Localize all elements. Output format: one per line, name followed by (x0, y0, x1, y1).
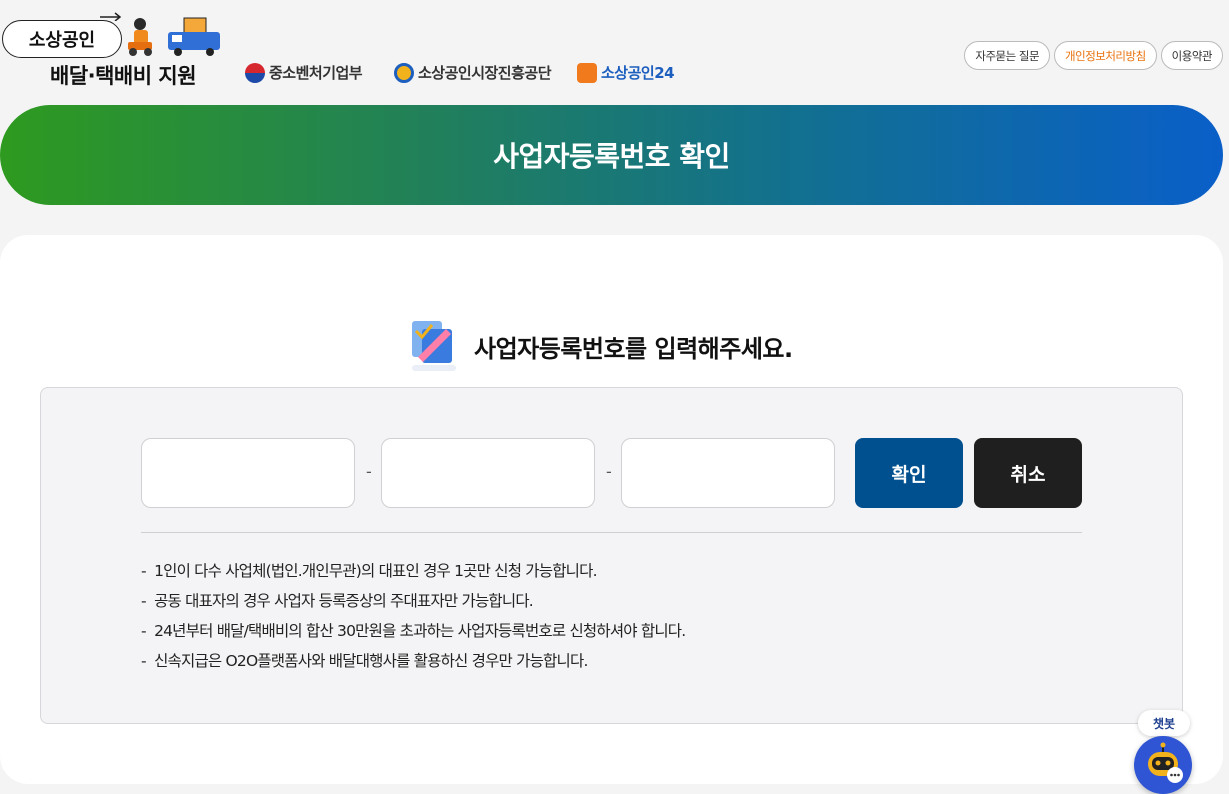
document-pen-icon (412, 321, 456, 371)
logo-arrow-icon (100, 12, 122, 21)
separator-2: - (606, 462, 612, 481)
card-heading: 사업자등록번호를 입력해주세요. (474, 334, 793, 363)
page-title: 사업자등록번호 확인 (493, 140, 730, 173)
chatbot-button[interactable] (1134, 736, 1192, 794)
org-semas[interactable]: 소상공인시장진흥공단 (394, 62, 552, 83)
terms-link[interactable]: 이용약관 (1160, 41, 1223, 70)
notice-list: 1인이 다수 사업체(법인.개인무관)의 대표인 경우 1곳만 신청 가능합니다… (141, 556, 686, 676)
business-number-part1-input[interactable] (141, 438, 355, 508)
logo-title[interactable]: 소상공인 (2, 20, 122, 58)
form-divider (141, 532, 1082, 533)
org-sbiz24[interactable]: 소상공인24 (577, 62, 675, 83)
business-number-part3-input[interactable] (621, 438, 835, 508)
top-links: 자주묻는 질문 개인정보처리방침 이용약관 (964, 41, 1223, 70)
main-card: 사업자등록번호를 입력해주세요. - - 확인 취소 1인이 다수 사업체(법인… (0, 235, 1223, 784)
notice-item: 1인이 다수 사업체(법인.개인무관)의 대표인 경우 1곳만 신청 가능합니다… (141, 556, 685, 586)
business-number-part2-input[interactable] (381, 438, 595, 508)
logo-subtitle: 배달·택배비 지원 (50, 64, 197, 88)
business-number-form: - - 확인 취소 1인이 다수 사업체(법인.개인무관)의 대표인 경우 1곳… (40, 387, 1183, 724)
chatbot-widget[interactable]: 챗봇 (1134, 708, 1194, 794)
faq-link[interactable]: 자주묻는 질문 (964, 41, 1051, 70)
cancel-button[interactable]: 취소 (974, 438, 1082, 508)
org-mss-label: 중소벤처기업부 (269, 64, 363, 82)
chatbot-robot-icon (1148, 742, 1183, 783)
delivery-truck-icon (128, 17, 220, 56)
notice-item: 공동 대표자의 경우 사업자 등록증상의 주대표자만 가능합니다. (141, 586, 685, 616)
semas-icon (394, 62, 414, 83)
privacy-policy-link[interactable]: 개인정보처리방침 (1054, 41, 1157, 70)
confirm-button[interactable]: 확인 (855, 438, 963, 508)
taegeuk-icon (245, 62, 265, 83)
org-semas-label: 소상공인시장진흥공단 (418, 64, 552, 82)
chatbot-label[interactable]: 챗봇 (1138, 710, 1190, 736)
notice-item: 신속지급은 O2O플랫폼사와 배달대행사를 활용하신 경우만 가능합니다. (141, 646, 685, 676)
card-heading-row: 사업자등록번호를 입력해주세요. (408, 315, 793, 377)
header: 소상공인 배달·택배비 지원 중소벤처기업부 소상공인시장진흥공단 소상공인24… (0, 0, 1229, 100)
org-sbiz24-label: 소상공인24 (601, 64, 675, 82)
notice-item: 24년부터 배달/택배비의 합산 30만원을 초과하는 사업자등록번호로 신청하… (141, 616, 686, 646)
sbiz24-icon (577, 62, 597, 83)
separator-1: - (366, 462, 372, 481)
org-mss[interactable]: 중소벤처기업부 (245, 62, 363, 83)
page-banner: 사업자등록번호 확인 (0, 105, 1223, 205)
